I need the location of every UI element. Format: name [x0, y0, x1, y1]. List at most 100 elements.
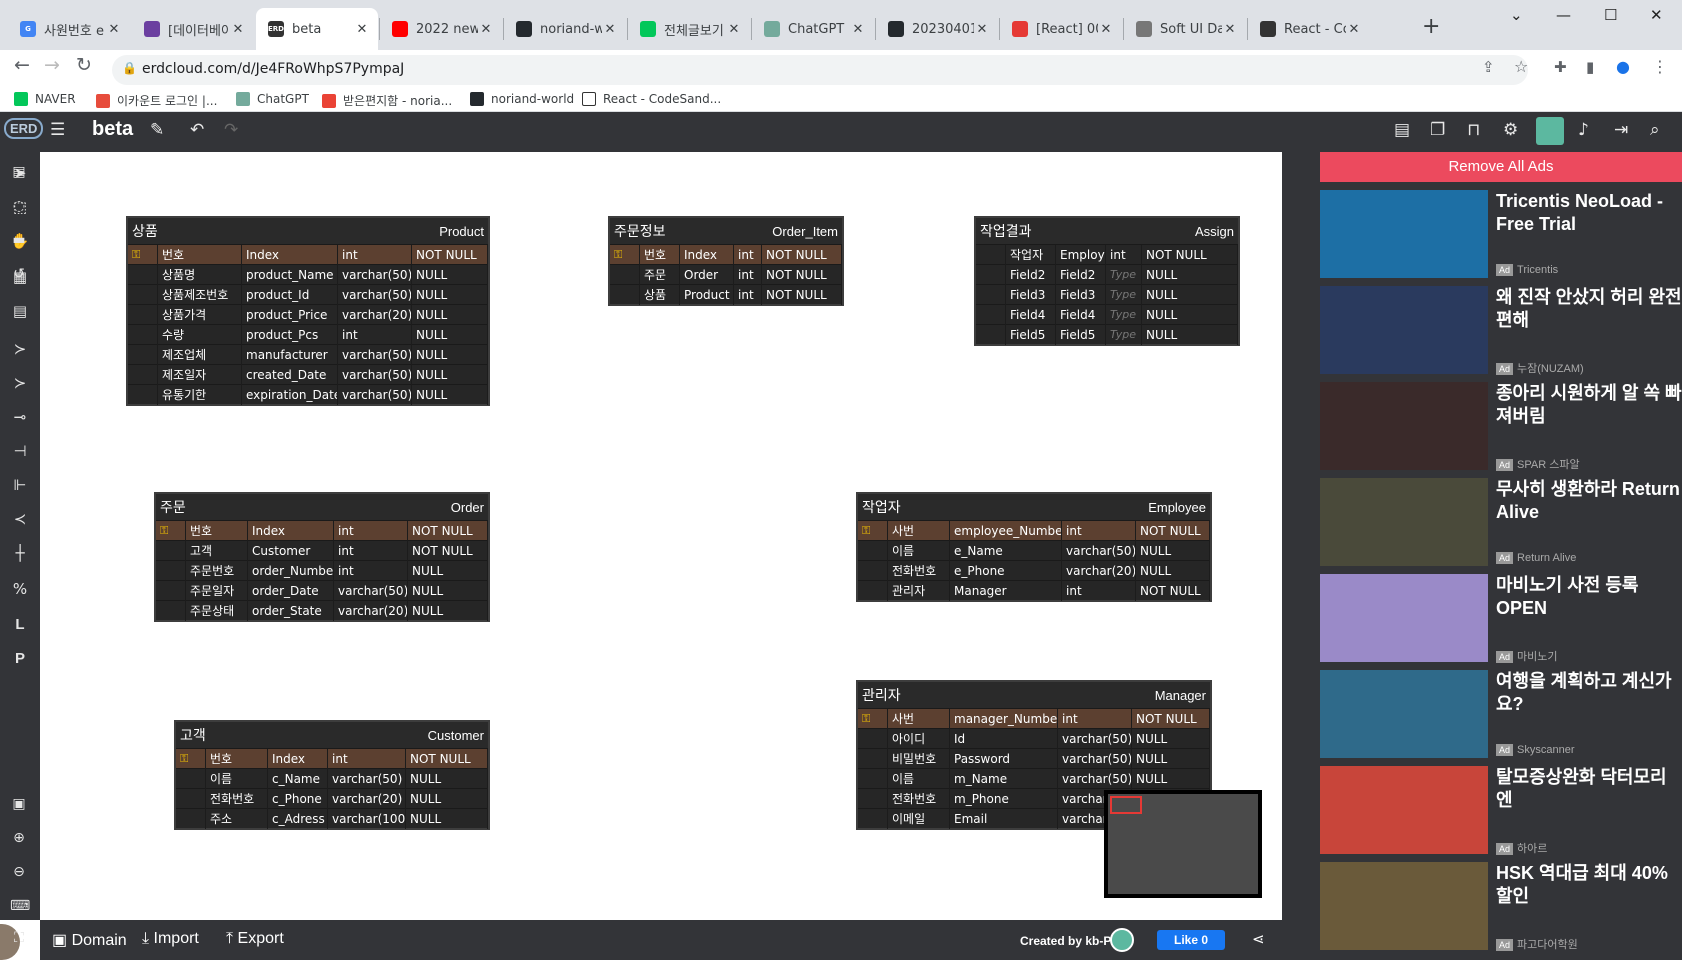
ad-title[interactable]: 마비노기 사전 등록 OPEN	[1496, 574, 1682, 620]
browser-tab[interactable]: G 사원번호 e ✕	[8, 8, 130, 50]
table-row[interactable]: 유통기한 expiration_Date varchar(50) NULL	[128, 384, 488, 405]
table-row[interactable]: 주소 c_Adress varchar(100) NULL	[176, 808, 488, 829]
tab-close-icon[interactable]: ✕	[850, 22, 866, 37]
fullscreen-icon[interactable]: ⛶	[10, 930, 28, 946]
relation-6-icon[interactable]: ≺	[9, 510, 31, 528]
minimize-button[interactable]: —	[1556, 6, 1571, 24]
zoom-in-icon[interactable]: ⊕	[10, 830, 28, 846]
ad-item[interactable]: 탈모증상완화 닥터모리엔 Ad 하아르	[1320, 766, 1682, 856]
table-row[interactable]: ⚿ 사번 manager_Number int NOT NULL	[858, 708, 1210, 729]
menu-icon[interactable]: ⋮	[1652, 57, 1668, 76]
browser-tab[interactable]: ChatGPT ✕	[752, 8, 874, 50]
sidepanel-icon[interactable]: ▮	[1586, 58, 1594, 76]
share-icon[interactable]: ⇪	[1482, 58, 1495, 76]
table-row[interactable]: ⚿ 번호 Index int NOT NULL	[128, 244, 488, 265]
ad-item[interactable]: 여행을 계획하고 계신가요? Ad Skyscanner	[1320, 670, 1682, 760]
table-row[interactable]: 전화번호 c_Phone varchar(20) NULL	[176, 788, 488, 809]
ad-title[interactable]: Tricentis NeoLoad - Free Trial	[1496, 190, 1682, 236]
settings-icon[interactable]: ⚙	[1503, 120, 1518, 140]
ad-item[interactable]: 종아리 시원하게 알 쏙 빠져버림 Ad SPAR 스파알	[1320, 382, 1682, 472]
extensions-icon[interactable]: ✚	[1554, 58, 1567, 76]
relation-5-icon[interactable]: ⊩	[9, 476, 31, 494]
table-row[interactable]: 주문상태 order_State varchar(20) NULL	[156, 600, 488, 621]
ad-image[interactable]	[1320, 286, 1488, 374]
ad-title[interactable]: 탈모증상완화 닥터모리엔	[1496, 766, 1682, 812]
erd-table-order[interactable]: 주문 Order ⚿ 번호 Index int NOT NULL 고객 Customer int N…	[154, 492, 490, 622]
redo-icon[interactable]: ↷	[224, 120, 238, 140]
back-icon[interactable]: ←	[14, 54, 30, 76]
export-button[interactable]: ⤒ Export	[226, 930, 284, 948]
table-row[interactable]: 상품명 product_Name varchar(50) NULL	[128, 264, 488, 285]
table-row[interactable]: ⚿ 번호 Index int NOT NULL	[610, 244, 842, 265]
table-row[interactable]: ⚿ 번호 Index int NOT NULL	[156, 520, 488, 541]
document-icon[interactable]: ▤	[1394, 120, 1410, 140]
table-header[interactable]: 작업결과 Assign	[976, 218, 1238, 244]
remove-ads-button[interactable]: Remove All Ads	[1320, 152, 1682, 182]
tab-close-icon[interactable]: ✕	[726, 22, 742, 37]
bell-icon[interactable]: ♪	[1578, 120, 1589, 140]
facebook-like-button[interactable]: Like 0	[1157, 930, 1225, 950]
undo-icon[interactable]: ↶	[190, 120, 204, 140]
tab-close-icon[interactable]: ✕	[1222, 22, 1238, 37]
domain-button[interactable]: ▣ Domain	[52, 930, 127, 950]
erd-table-assign[interactable]: 작업결과Assign작업자EmployeeintNOT NULLField2Fi…	[974, 216, 1240, 346]
relation-1-icon[interactable]: ≻	[9, 340, 31, 358]
profile-icon[interactable]: ●	[1616, 57, 1630, 76]
erd-table-customer[interactable]: 고객 Customer ⚿ 번호 Index int NOT NULL 이름 c_Name var…	[174, 720, 490, 830]
search-icon[interactable]: ⌕	[1650, 120, 1660, 140]
table-row[interactable]: 상품 Product int NOT NULL	[610, 284, 842, 305]
table-row[interactable]: 주문 Order int NOT NULL	[610, 264, 842, 285]
ad-image[interactable]	[1320, 190, 1488, 278]
tab-close-icon[interactable]: ✕	[106, 22, 122, 37]
browser-tab[interactable]: ERD beta ✕	[256, 8, 378, 50]
table-row[interactable]: 작업자EmployeeintNOT NULL	[976, 244, 1238, 265]
browser-tab[interactable]: noriand-wo✕	[504, 8, 626, 50]
ad-title[interactable]: 왜 진작 안샀지 허리 완전 편해	[1496, 286, 1682, 332]
bookmark-item[interactable]: 받은편지함 - noria...	[322, 92, 452, 109]
browser-tab[interactable]: React - Co ✕	[1248, 8, 1370, 50]
browser-tab[interactable]: [데이터베이 ✕	[132, 8, 254, 50]
table-row[interactable]: 아이디 Id varchar(50) NULL	[858, 728, 1210, 749]
lock-icon[interactable]: 🔒	[122, 61, 137, 75]
user-avatar[interactable]	[1536, 117, 1564, 145]
table-row[interactable]: 이름 c_Name varchar(50) NULL	[176, 768, 488, 789]
reload-icon[interactable]: ↻	[76, 54, 92, 76]
edit-title-icon[interactable]: ✎	[150, 120, 164, 140]
folder-icon[interactable]: ▬	[10, 232, 28, 248]
url-text[interactable]: erdcloud.com/d/Je4FRoWhpS7PympaJ	[142, 61, 404, 77]
ad-item[interactable]: Tricentis NeoLoad - Free Trial Ad Tricenti…	[1320, 190, 1682, 280]
zoom-out-icon[interactable]: ⊖	[10, 864, 28, 880]
ad-image[interactable]	[1320, 766, 1488, 854]
ad-item[interactable]: 마비노기 사전 등록 OPEN Ad 마비노기	[1320, 574, 1682, 664]
logical-mode-icon[interactable]: L	[9, 616, 31, 633]
ad-image[interactable]	[1320, 670, 1488, 758]
relation-3-icon[interactable]: ⊸	[9, 408, 31, 426]
table-row[interactable]: Field2 Field2 Type NULL	[976, 264, 1238, 285]
browser-tab[interactable]: 전체글보기 ✕	[628, 8, 750, 50]
physical-mode-icon[interactable]: P	[9, 650, 31, 667]
table-row[interactable]: 수량 product_Pcs int NULL	[128, 324, 488, 345]
table-row[interactable]: Field5 Field5 Type NULL	[976, 324, 1238, 345]
ad-item[interactable]: 왜 진작 안샀지 허리 완전 편해 Ad 누잠(NUZAM)	[1320, 286, 1682, 376]
forward-icon[interactable]: →	[44, 54, 60, 76]
ad-image[interactable]	[1320, 862, 1488, 950]
table-row[interactable]: 제조업체 manufacturer varchar(50) NULL	[128, 344, 488, 365]
table-row[interactable]: 전화번호 e_Phone varchar(20) NULL	[858, 560, 1210, 581]
history-icon[interactable]: ↺	[10, 266, 28, 282]
tab-close-icon[interactable]: ✕	[1098, 22, 1114, 37]
minimap-viewport[interactable]	[1110, 796, 1142, 814]
browser-tab[interactable]: 20230401_✕	[876, 8, 998, 50]
relation-2-icon[interactable]: ≻	[9, 374, 31, 392]
tab-search-icon[interactable]: ⌄	[1510, 6, 1523, 24]
table-row[interactable]: 고객 Customer int NOT NULL	[156, 540, 488, 561]
close-window-button[interactable]: ✕	[1650, 6, 1663, 24]
erd-table-order-item[interactable]: 주문정보 Order_Item ⚿ 번호 Index int NOT NULL 주문 Order…	[608, 216, 844, 306]
table-row[interactable]: ⚿ 사번 employee_Number int NOT NULL	[858, 520, 1210, 541]
table-header[interactable]: 주문 Order	[156, 494, 488, 520]
bookmark-item[interactable]: NAVER	[14, 92, 76, 106]
import-button[interactable]: ⤓ Import	[142, 930, 199, 948]
ad-title[interactable]: 여행을 계획하고 계신가요?	[1496, 670, 1682, 716]
layers-icon[interactable]: ☰	[50, 120, 65, 140]
browser-tab[interactable]: 2022 new ✕	[380, 8, 502, 50]
ad-title[interactable]: 무사히 생환하라 Return Alive	[1496, 478, 1682, 524]
